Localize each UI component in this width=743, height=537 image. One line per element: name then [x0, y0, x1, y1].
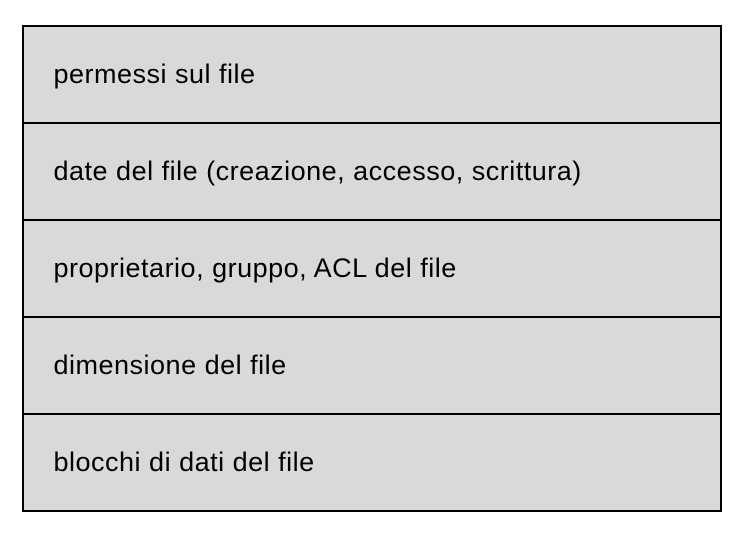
table-row: blocchi di dati del file	[24, 415, 720, 510]
file-attributes-table: permessi sul file date del file (creazio…	[22, 25, 722, 512]
table-row: permessi sul file	[24, 27, 720, 124]
table-row: proprietario, gruppo, ACL del file	[24, 221, 720, 318]
table-row: date del file (creazione, accesso, scrit…	[24, 124, 720, 221]
table-row: dimensione del file	[24, 318, 720, 415]
